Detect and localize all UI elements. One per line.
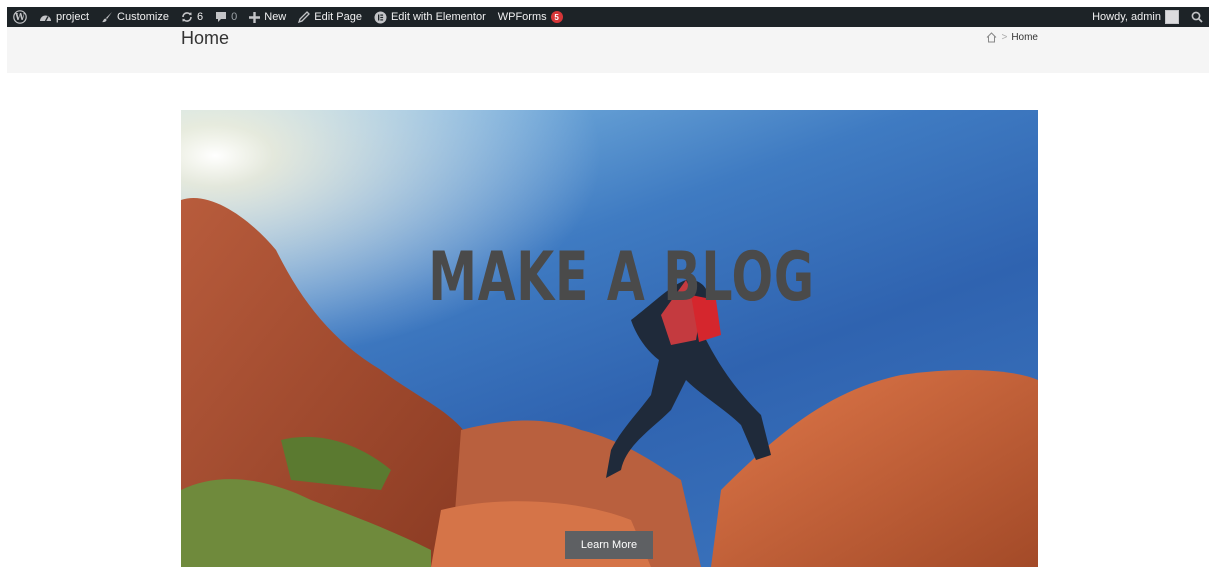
comments-link[interactable]: 0 (209, 7, 243, 27)
svg-text:W: W (14, 13, 26, 23)
breadcrumb-current: Home (1011, 32, 1038, 43)
home-icon[interactable] (986, 32, 997, 43)
pencil-icon (298, 11, 311, 23)
admin-bar: W project Customize 6 0 New Edit Page Ed… (7, 7, 1209, 27)
avatar (1165, 10, 1179, 24)
refresh-icon (181, 11, 193, 23)
wordpress-logo-icon: W (13, 10, 27, 24)
new-label: New (264, 11, 287, 23)
gauge-icon (39, 12, 52, 23)
hero-banner: MAKE A BLOG Learn More (181, 110, 1038, 567)
hero-heading: MAKE A BLOG (428, 238, 815, 317)
wpforms-label: WPForms (497, 11, 547, 23)
customize-link[interactable]: Customize (95, 7, 175, 27)
wpforms-menu[interactable]: WPForms 5 (492, 7, 569, 27)
elementor-link[interactable]: Edit with Elementor (368, 7, 492, 27)
wordpress-menu[interactable]: W (7, 7, 33, 27)
account-menu[interactable]: Howdy, admin (1086, 7, 1185, 27)
site-name-menu[interactable]: project (33, 7, 95, 27)
updates-count: 6 (197, 11, 204, 23)
learn-more-button[interactable]: Learn More (565, 531, 653, 559)
edit-page-label: Edit Page (314, 11, 362, 23)
breadcrumb: > Home (986, 32, 1038, 43)
comment-bubble-icon (215, 11, 227, 23)
plus-icon (249, 11, 261, 23)
wpforms-notification-badge: 5 (550, 11, 563, 23)
elementor-icon (374, 11, 387, 24)
search-icon (1191, 11, 1203, 23)
hero-background-image (181, 110, 1038, 567)
search-toggle[interactable] (1185, 7, 1209, 27)
howdy-label: Howdy, admin (1092, 11, 1161, 23)
new-content-menu[interactable]: New (243, 7, 292, 27)
page-header: Home > Home (7, 27, 1209, 73)
elementor-label: Edit with Elementor (390, 11, 486, 23)
comments-count: 0 (231, 11, 238, 23)
site-name: project (56, 11, 90, 23)
brush-icon (101, 11, 113, 23)
breadcrumb-separator: > (1001, 32, 1008, 43)
edit-page-link[interactable]: Edit Page (292, 7, 368, 27)
page-title: Home (181, 28, 230, 48)
customize-label: Customize (117, 11, 169, 23)
updates-link[interactable]: 6 (175, 7, 209, 27)
